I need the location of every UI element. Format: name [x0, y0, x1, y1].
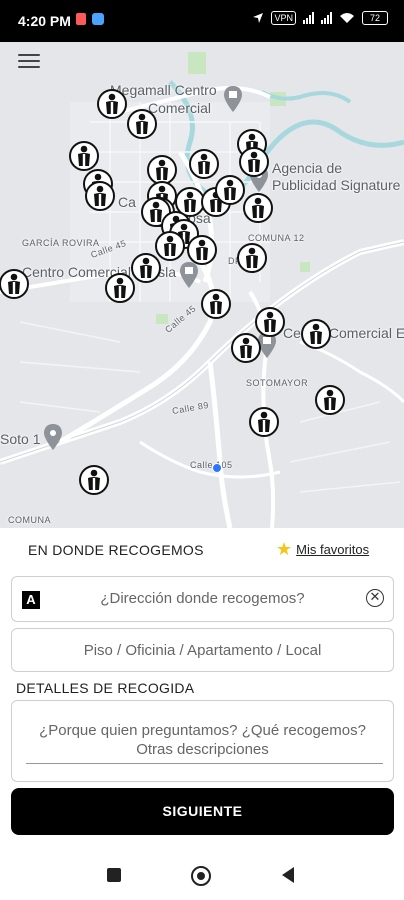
- driver-marker[interactable]: [249, 407, 279, 437]
- driver-marker[interactable]: [231, 333, 261, 363]
- clear-icon[interactable]: ✕: [366, 589, 384, 607]
- app-notification-icon: [92, 13, 104, 25]
- pickup-sheet: EN DONDE RECOGEMOS ★ Mis favoritos A ¿Di…: [0, 528, 404, 850]
- map-label-agencia-2: Publicidad Signature: [272, 177, 401, 193]
- details-line-1: ¿Porque quien preguntamos? ¿Qué recogemo…: [39, 722, 366, 739]
- status-bar: 4:20 PM VPN 72: [0, 0, 404, 42]
- map-label-garcia-rovira: GARCÍA ROVIRA: [22, 238, 100, 248]
- person-icon: [196, 239, 208, 260]
- recents-icon[interactable]: [107, 868, 121, 882]
- details-field[interactable]: ¿Porque quien preguntamos? ¿Qué recogemo…: [11, 700, 394, 782]
- pickup-title: EN DONDE RECOGEMOS: [28, 542, 204, 558]
- status-time: 4:20 PM: [18, 13, 71, 29]
- person-icon: [324, 389, 336, 410]
- person-icon: [78, 145, 90, 166]
- driver-marker[interactable]: [255, 307, 285, 337]
- current-location-dot: [212, 463, 222, 473]
- driver-marker[interactable]: [187, 235, 217, 265]
- map-label-megamall: Megamall Centro: [110, 82, 217, 98]
- location-arrow-icon: [253, 13, 264, 23]
- person-icon: [140, 257, 152, 278]
- map-label-ca: Ca: [118, 194, 136, 210]
- person-icon: [198, 153, 210, 174]
- battery-icon: 72: [362, 11, 388, 25]
- address-field[interactable]: A ¿Dirección donde recogemos? ✕: [11, 576, 394, 622]
- driver-marker[interactable]: [215, 175, 245, 205]
- details-title: DETALLES DE RECOGIDA: [16, 680, 195, 696]
- person-icon: [264, 311, 276, 332]
- map-label-sotomayor: SOTOMAYOR: [246, 378, 309, 388]
- person-icon: [136, 113, 148, 134]
- wifi-icon: [340, 13, 354, 23]
- place-pin-icon-2[interactable]: [44, 424, 62, 450]
- person-icon: [210, 293, 222, 314]
- menu-icon[interactable]: [18, 54, 40, 70]
- driver-marker[interactable]: [315, 385, 345, 415]
- home-icon[interactable]: [191, 866, 211, 886]
- person-icon: [8, 273, 20, 294]
- driver-marker[interactable]: [79, 465, 109, 495]
- favorites-link[interactable]: ★ Mis favoritos: [276, 540, 369, 558]
- map-view[interactable]: Megamall Centro Comercial Agencia de Pub…: [0, 42, 404, 528]
- driver-marker[interactable]: [243, 193, 273, 223]
- driver-marker[interactable]: [237, 243, 267, 273]
- notification-icon: [76, 13, 86, 25]
- person-icon: [258, 411, 270, 432]
- person-icon: [164, 235, 176, 256]
- person-icon: [106, 93, 118, 114]
- person-icon: [156, 159, 168, 180]
- driver-marker[interactable]: [0, 269, 29, 299]
- details-placeholder: ¿Porque quien preguntamos? ¿Qué recogemo…: [12, 721, 393, 759]
- person-icon: [310, 323, 322, 344]
- signal-icon-2: [321, 12, 332, 24]
- star-icon: ★: [276, 539, 293, 559]
- driver-marker[interactable]: [85, 181, 115, 211]
- shopping-pin-icon[interactable]: [224, 86, 242, 112]
- driver-marker[interactable]: [97, 89, 127, 119]
- next-button[interactable]: SIGUIENTE: [11, 788, 394, 835]
- driver-marker[interactable]: [155, 231, 185, 261]
- map-label-agencia-1: Agencia de: [272, 160, 343, 176]
- person-icon: [252, 197, 264, 218]
- driver-marker[interactable]: [127, 109, 157, 139]
- details-underline: [26, 763, 383, 764]
- details-line-2: Otras descripciones: [136, 741, 269, 758]
- person-icon: [224, 179, 236, 200]
- driver-marker[interactable]: [189, 149, 219, 179]
- person-icon: [184, 191, 196, 212]
- map-label-comuna: COMUNA: [8, 515, 51, 525]
- signal-icon: [303, 12, 314, 24]
- driver-marker[interactable]: [239, 147, 269, 177]
- driver-marker[interactable]: [105, 273, 135, 303]
- favorites-label: Mis favoritos: [296, 541, 370, 557]
- person-icon: [94, 185, 106, 206]
- unit-field[interactable]: Piso / Oficinia / Apartamento / Local: [11, 628, 394, 672]
- driver-marker[interactable]: [301, 319, 331, 349]
- person-icon: [246, 247, 258, 268]
- system-icons: VPN 72: [252, 11, 388, 25]
- person-icon: [114, 277, 126, 298]
- person-icon: [248, 151, 260, 172]
- system-nav-bar: [0, 850, 404, 900]
- map-label-soto: Soto 1: [0, 431, 41, 447]
- unit-placeholder: Piso / Oficinia / Apartamento / Local: [83, 642, 322, 659]
- map-label-comercial: Comercial: [148, 100, 212, 116]
- address-placeholder: ¿Dirección donde recogemos?: [100, 590, 305, 607]
- address-letter-icon: A: [22, 591, 40, 609]
- person-icon: [88, 469, 100, 490]
- shopping-pin-icon-2[interactable]: [180, 262, 198, 288]
- map-label-comuna-12: COMUNA 12: [248, 233, 305, 243]
- driver-marker[interactable]: [131, 253, 161, 283]
- person-icon: [240, 337, 252, 358]
- driver-marker[interactable]: [69, 141, 99, 171]
- back-icon[interactable]: [282, 867, 294, 883]
- vpn-badge: VPN: [271, 11, 296, 25]
- driver-marker[interactable]: [201, 289, 231, 319]
- notification-icons: [76, 13, 104, 25]
